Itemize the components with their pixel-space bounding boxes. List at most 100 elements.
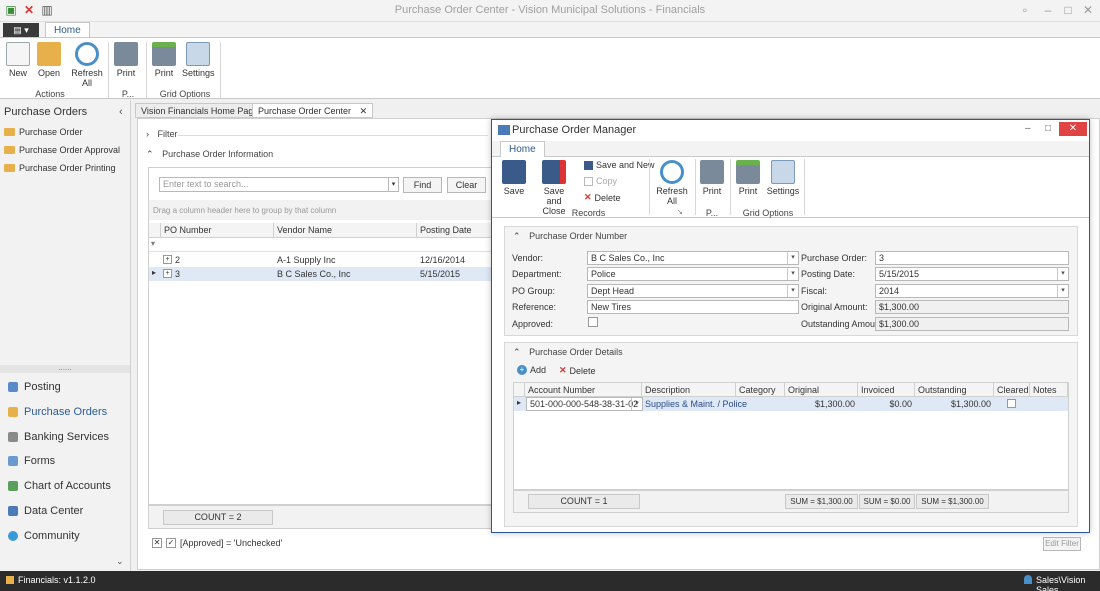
column-header-posting-date[interactable]: Posting Date: [417, 223, 494, 238]
user-label[interactable]: Sales\Vision Sales: [1036, 575, 1100, 591]
delete-line-button[interactable]: ✕ Delete: [559, 365, 596, 376]
nav-forms[interactable]: Forms: [8, 455, 55, 467]
table-row[interactable]: + 2 A-1 Supply Inc 12/16/2014: [149, 253, 494, 267]
po-details-toggle[interactable]: ⌃ Purchase Order Details: [513, 347, 623, 358]
maximize-button[interactable]: □: [1045, 123, 1051, 134]
group-panel[interactable]: Drag a column header here to group by th…: [149, 200, 493, 220]
nav-posting[interactable]: Posting: [8, 381, 61, 393]
column-header-category[interactable]: Category: [736, 383, 785, 397]
column-header-po-number[interactable]: PO Number: [161, 223, 274, 238]
vendor-select[interactable]: B C Sales Co., Inc ▾: [587, 251, 799, 265]
app-menu-button[interactable]: ▤ ▾: [3, 23, 39, 37]
settings-button[interactable]: Settings: [182, 42, 215, 78]
info-section[interactable]: ⌃ Purchase Order Information: [146, 149, 273, 160]
account-number-select[interactable]: 501-000-000-548-38-31-02 ▾: [526, 397, 643, 411]
row-indicator-header: [514, 383, 525, 397]
save-and-new-button[interactable]: Save and New: [584, 160, 655, 170]
minimize-button[interactable]: –: [1040, 3, 1056, 17]
column-header-cleared[interactable]: Cleared: [994, 383, 1030, 397]
print-button[interactable]: Print: [112, 42, 140, 78]
chevron-down-icon[interactable]: ▾: [1057, 285, 1068, 297]
print-button[interactable]: Print: [699, 160, 725, 196]
expand-icon[interactable]: +: [163, 255, 172, 264]
column-header-account-number[interactable]: Account Number: [525, 383, 642, 397]
open-button[interactable]: Open: [35, 42, 63, 78]
tab-close-icon[interactable]: ✕: [360, 106, 368, 116]
close-button[interactable]: ✕: [1059, 122, 1087, 136]
tab-home[interactable]: Home: [500, 141, 545, 157]
nav-community[interactable]: Community: [8, 530, 80, 542]
approved-checkbox[interactable]: [588, 317, 598, 327]
column-header-outstanding[interactable]: Outstanding: [915, 383, 994, 397]
department-select[interactable]: Police ▾: [587, 267, 799, 281]
reference-field[interactable]: New Tires: [587, 300, 799, 314]
bank-icon: [8, 432, 18, 442]
save-button[interactable]: Save: [501, 160, 527, 196]
chevron-up-icon: ⌃: [146, 149, 154, 159]
column-header-invoiced[interactable]: Invoiced: [858, 383, 915, 397]
ribbon-divider: [695, 159, 696, 215]
nav-data-center[interactable]: Data Center: [8, 505, 83, 517]
table-row[interactable]: ▸ + 3 B C Sales Co., Inc 5/15/2015: [149, 267, 494, 281]
maximize-button[interactable]: □: [1060, 3, 1076, 17]
filter-row[interactable]: ▾: [149, 238, 494, 252]
dialog-launcher-icon[interactable]: ↘: [677, 208, 683, 216]
fiscal-select[interactable]: 2014 ▾: [875, 284, 1069, 298]
enable-filter-checkbox[interactable]: ✓: [166, 538, 176, 548]
new-button[interactable]: New: [4, 42, 32, 78]
chevron-down-icon[interactable]: ▾: [631, 398, 642, 410]
nav-chart-of-accounts[interactable]: Chart of Accounts: [8, 480, 111, 492]
grid-print-button[interactable]: Print: [735, 160, 761, 196]
filter-expression[interactable]: [Approved] = 'Unchecked': [180, 538, 282, 548]
column-header-vendor-name[interactable]: Vendor Name: [274, 223, 417, 238]
sidebar-item-purchase-order-approval[interactable]: Purchase Order Approval: [4, 145, 120, 155]
current-row-icon: ▸: [152, 268, 157, 277]
sidebar-splitter[interactable]: ......: [0, 364, 130, 373]
po-header-toggle[interactable]: ⌃ Purchase Order Number: [513, 231, 627, 242]
minimize-button[interactable]: –: [1025, 123, 1031, 134]
settings-button[interactable]: Settings: [766, 160, 800, 196]
row-indicator-header: [149, 223, 161, 238]
nav-purchase-orders[interactable]: Purchase Orders: [8, 406, 107, 418]
po-group-select[interactable]: Dept Head ▾: [587, 284, 799, 298]
sidebar-item-purchase-order-printing[interactable]: Purchase Order Printing: [4, 163, 116, 173]
copy-button[interactable]: Copy: [584, 176, 617, 186]
sidebar-item-purchase-order[interactable]: Purchase Order: [4, 127, 83, 137]
cleared-checkbox[interactable]: [1007, 399, 1016, 408]
purchase-order-field[interactable]: 3: [875, 251, 1069, 265]
table-row[interactable]: ▸ 501-000-000-548-38-31-02 ▾ Supplies & …: [514, 397, 1068, 411]
find-button[interactable]: Find: [403, 177, 442, 193]
column-header-description[interactable]: Description: [642, 383, 736, 397]
filter-section[interactable]: › Filter: [146, 129, 178, 139]
column-header-notes[interactable]: Notes: [1030, 383, 1068, 397]
grid-print-button[interactable]: Print: [150, 42, 178, 78]
column-header-original[interactable]: Original: [785, 383, 858, 397]
tab-purchase-order-center[interactable]: Purchase Order Center ✕: [252, 103, 374, 118]
close-button[interactable]: ✕: [1080, 3, 1096, 17]
refresh-all-button[interactable]: Refresh All: [654, 160, 690, 206]
chevron-down-icon[interactable]: ▾: [1057, 268, 1068, 280]
search-dropdown-icon[interactable]: ▾: [388, 177, 399, 192]
chevron-down-icon[interactable]: ▾: [787, 252, 798, 264]
details-footer: COUNT = 1 SUM = $1,300.00 SUM = $0.00 SU…: [513, 490, 1069, 513]
collapse-sidebar-icon[interactable]: ‹: [119, 106, 123, 118]
chevron-down-icon[interactable]: ⌄: [116, 556, 124, 567]
printer-icon: [114, 42, 138, 66]
title-bar: ▣ ✕ ▥ Purchase Order Center - Vision Mun…: [0, 0, 1100, 22]
version-label: Financials: v1.1.2.0: [18, 575, 96, 585]
expand-icon[interactable]: +: [163, 269, 172, 278]
chevron-down-icon[interactable]: ▾: [787, 285, 798, 297]
help-icon[interactable]: ▫: [1017, 3, 1033, 17]
nav-banking-services[interactable]: Banking Services: [8, 431, 109, 443]
add-line-button[interactable]: + Add: [517, 365, 546, 375]
edit-filter-button[interactable]: Edit Filter: [1043, 537, 1081, 551]
posting-date-field[interactable]: 5/15/2015 ▾: [875, 267, 1069, 281]
clear-filter-icon[interactable]: ✕: [152, 538, 162, 548]
delete-button[interactable]: ✕ Delete: [584, 192, 621, 203]
flag-icon: [6, 576, 14, 584]
refresh-all-button[interactable]: Refresh All: [68, 42, 106, 88]
search-input[interactable]: Enter text to search...: [159, 177, 399, 192]
dialog-ribbon: Save Save and Close Save and New Copy ✕ …: [492, 157, 1089, 218]
chevron-down-icon[interactable]: ▾: [787, 268, 798, 280]
clear-button[interactable]: Clear: [447, 177, 486, 193]
